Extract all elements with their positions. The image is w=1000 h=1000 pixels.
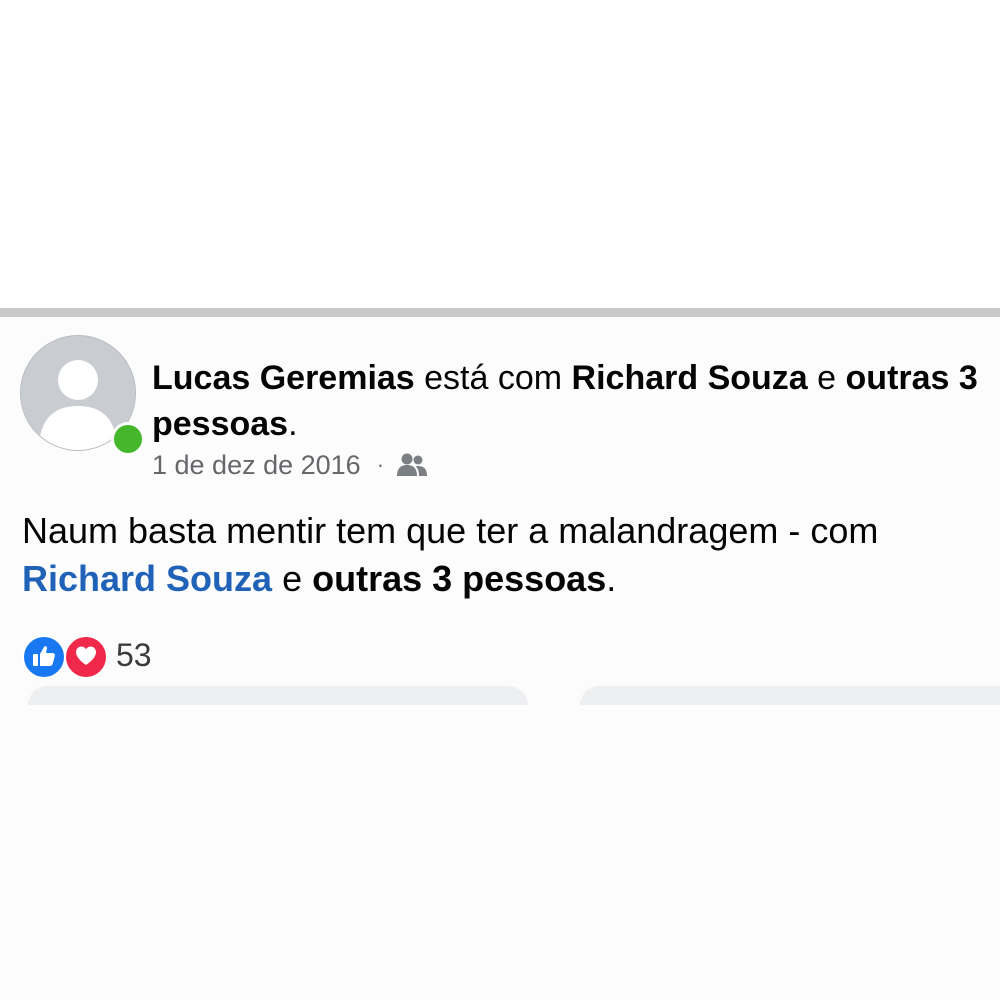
blank-area	[0, 0, 1000, 308]
love-icon	[64, 635, 108, 679]
post-body-text: Naum basta mentir tem que ter a malandra…	[22, 510, 879, 551]
post-card: Lucas Geremias está com Richard Souza e …	[0, 317, 1000, 1000]
body-tagged-person[interactable]: Richard Souza	[22, 558, 272, 599]
author-avatar[interactable]	[20, 335, 145, 456]
author-name[interactable]: Lucas Geremias	[152, 359, 415, 397]
body-and-text: e	[272, 558, 313, 599]
feed-divider	[0, 308, 1000, 317]
post-meta: 1 de dez de 2016 ·	[152, 449, 428, 481]
post-body: Naum basta mentir tem que ter a malandra…	[22, 507, 987, 603]
reaction-icons	[22, 633, 114, 679]
post-header: Lucas Geremias está com Richard Souza e …	[152, 355, 982, 447]
screenshot-page: Lucas Geremias está com Richard Souza e …	[0, 0, 1000, 1000]
tagged-person-name[interactable]: Richard Souza	[572, 359, 808, 397]
body-others-link[interactable]: outras 3 pessoas	[312, 558, 606, 599]
post-date[interactable]: 1 de dez de 2016	[152, 450, 361, 481]
reaction-count: 53	[116, 636, 152, 673]
meta-separator: ·	[376, 452, 385, 477]
reactions-summary[interactable]: 53	[22, 633, 152, 679]
like-icon	[22, 635, 66, 679]
blank-area-bottom	[0, 705, 1000, 1000]
online-status-icon	[111, 422, 145, 456]
and-text: e	[807, 359, 846, 397]
header-period: .	[288, 405, 298, 443]
with-text: está com	[414, 359, 572, 397]
friends-icon[interactable]	[396, 452, 428, 478]
body-period: .	[606, 558, 617, 599]
